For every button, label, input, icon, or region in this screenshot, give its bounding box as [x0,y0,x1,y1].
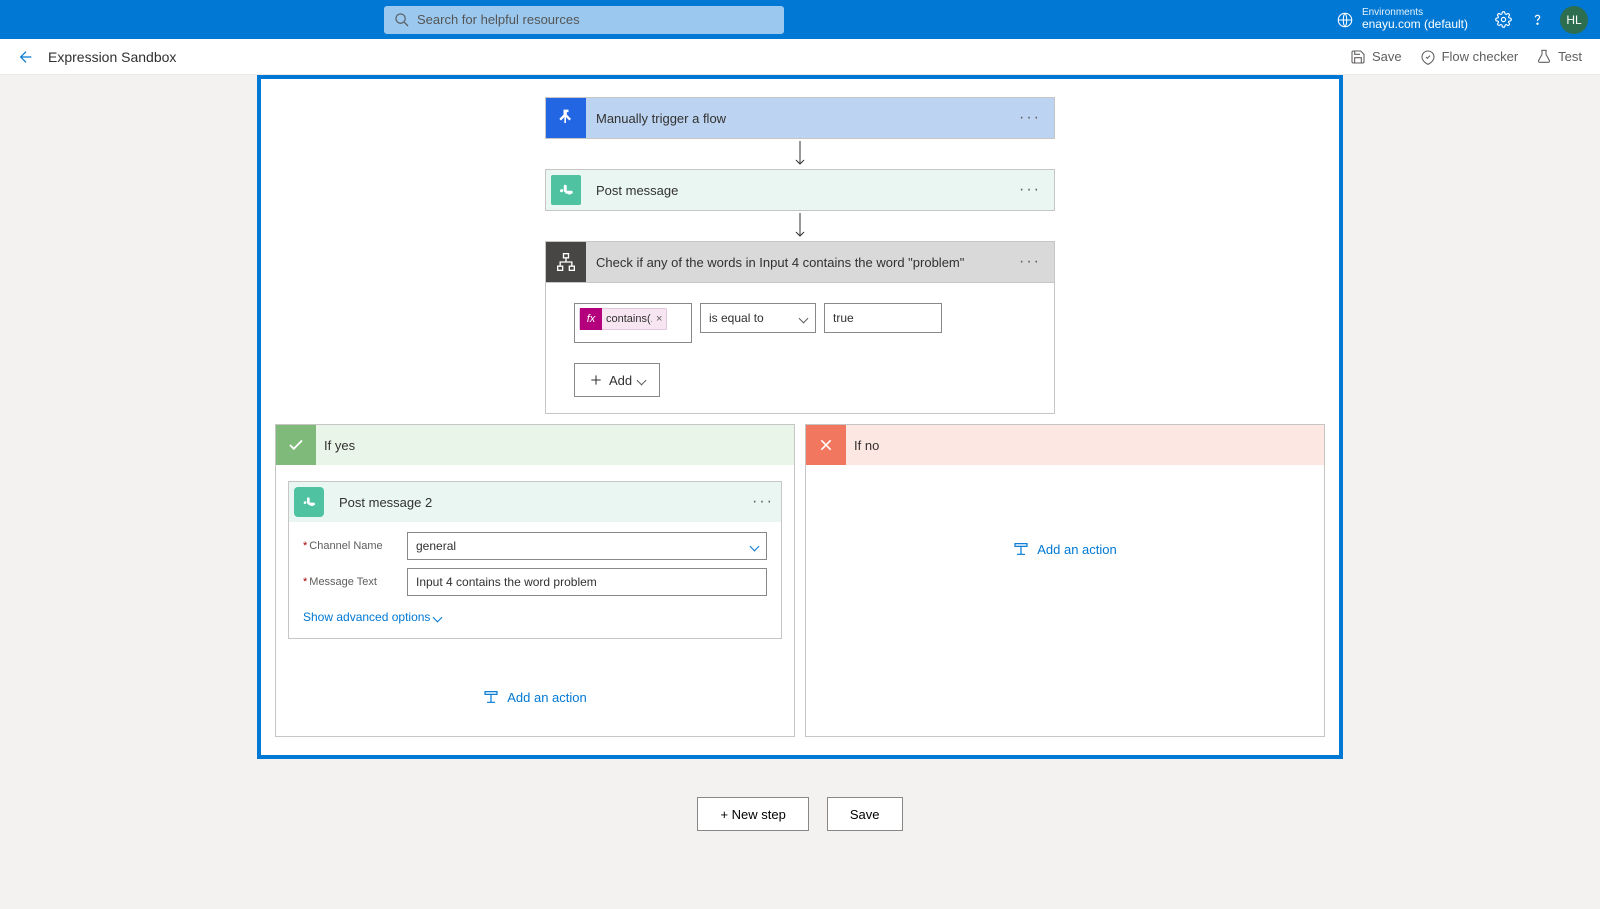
env-label: Environments [1362,7,1468,18]
help-icon [1529,11,1546,28]
save-icon [1350,49,1366,65]
channel-name-label: Channel Name [303,540,407,552]
subheader: Expression Sandbox Save Flow checker Tes… [0,39,1600,75]
trigger-icon [546,98,586,138]
message-text-label: Message Text [303,576,407,588]
add-action-icon [483,689,499,705]
test-icon [1536,49,1552,65]
chevron-down-icon [799,313,809,323]
condition-operator[interactable]: is equal to [700,303,816,333]
trigger-menu[interactable]: ··· [1012,109,1048,127]
environment-icon [1336,11,1354,29]
flow-canvas: Manually trigger a flow ··· Post message… [257,75,1343,759]
post-message-menu[interactable]: ··· [1012,181,1048,199]
back-arrow-icon [18,49,34,65]
condition-menu[interactable]: ··· [1012,253,1048,271]
expression-pill[interactable]: fx contains(... × [579,308,667,330]
slack-icon [294,487,324,517]
post-message-label: Post message [586,183,1012,198]
post-message-2-menu[interactable]: ··· [745,493,781,511]
post-message-2-card[interactable]: Post message 2 ··· Channel Name general [288,481,782,639]
add-action-yes[interactable]: Add an action [483,689,587,705]
if-yes-header[interactable]: If yes [276,425,794,465]
plus-icon [589,373,603,387]
back-button[interactable] [18,49,34,65]
if-no-header[interactable]: If no [806,425,1324,465]
new-step-button[interactable]: + New step [697,797,808,831]
condition-icon [546,242,586,282]
x-icon [806,425,846,465]
trigger-label: Manually trigger a flow [586,111,1012,126]
page-title: Expression Sandbox [48,49,176,65]
save-button[interactable]: Save [1350,49,1402,65]
if-no-branch: If no Add an action [805,424,1325,737]
help-button[interactable] [1520,3,1554,37]
avatar[interactable]: HL [1560,6,1588,34]
flow-checker-button[interactable]: Flow checker [1420,49,1519,65]
search-input[interactable] [417,12,774,27]
chevron-down-icon [637,375,647,385]
chevron-down-icon [750,541,760,551]
trigger-card[interactable]: Manually trigger a flow ··· [545,97,1055,139]
topbar: Environments enayu.com (default) HL [0,0,1600,39]
condition-left-operand[interactable]: fx contains(... × [574,303,692,343]
check-icon [276,425,316,465]
environment-picker[interactable]: Environments enayu.com (default) [1336,7,1468,31]
chevron-down-icon [433,612,443,622]
save-flow-button[interactable]: Save [827,797,903,831]
condition-card[interactable]: Check if any of the words in Input 4 con… [545,241,1055,414]
search-box[interactable] [384,6,784,34]
fx-icon: fx [580,308,602,330]
channel-name-select[interactable]: general [407,532,767,560]
search-icon [394,12,409,27]
if-yes-branch: If yes Post message 2 ··· [275,424,795,737]
flow-checker-icon [1420,49,1436,65]
remove-pill-icon[interactable]: × [652,313,666,325]
flow-arrow-icon [795,139,805,169]
env-value: enayu.com (default) [1362,18,1468,31]
post-message-card[interactable]: Post message ··· [545,169,1055,211]
add-action-no[interactable]: Add an action [1013,541,1117,557]
gear-icon [1495,11,1512,28]
settings-button[interactable] [1486,3,1520,37]
slack-icon [546,170,586,210]
message-text-input[interactable]: Input 4 contains the word problem [407,568,767,596]
add-condition-button[interactable]: Add [574,363,660,397]
add-action-icon [1013,541,1029,557]
test-button[interactable]: Test [1536,49,1582,65]
condition-label: Check if any of the words in Input 4 con… [586,255,1012,270]
show-advanced-link[interactable]: Show advanced options [303,610,441,624]
condition-value[interactable]: true [824,303,942,333]
flow-arrow-icon [795,211,805,241]
